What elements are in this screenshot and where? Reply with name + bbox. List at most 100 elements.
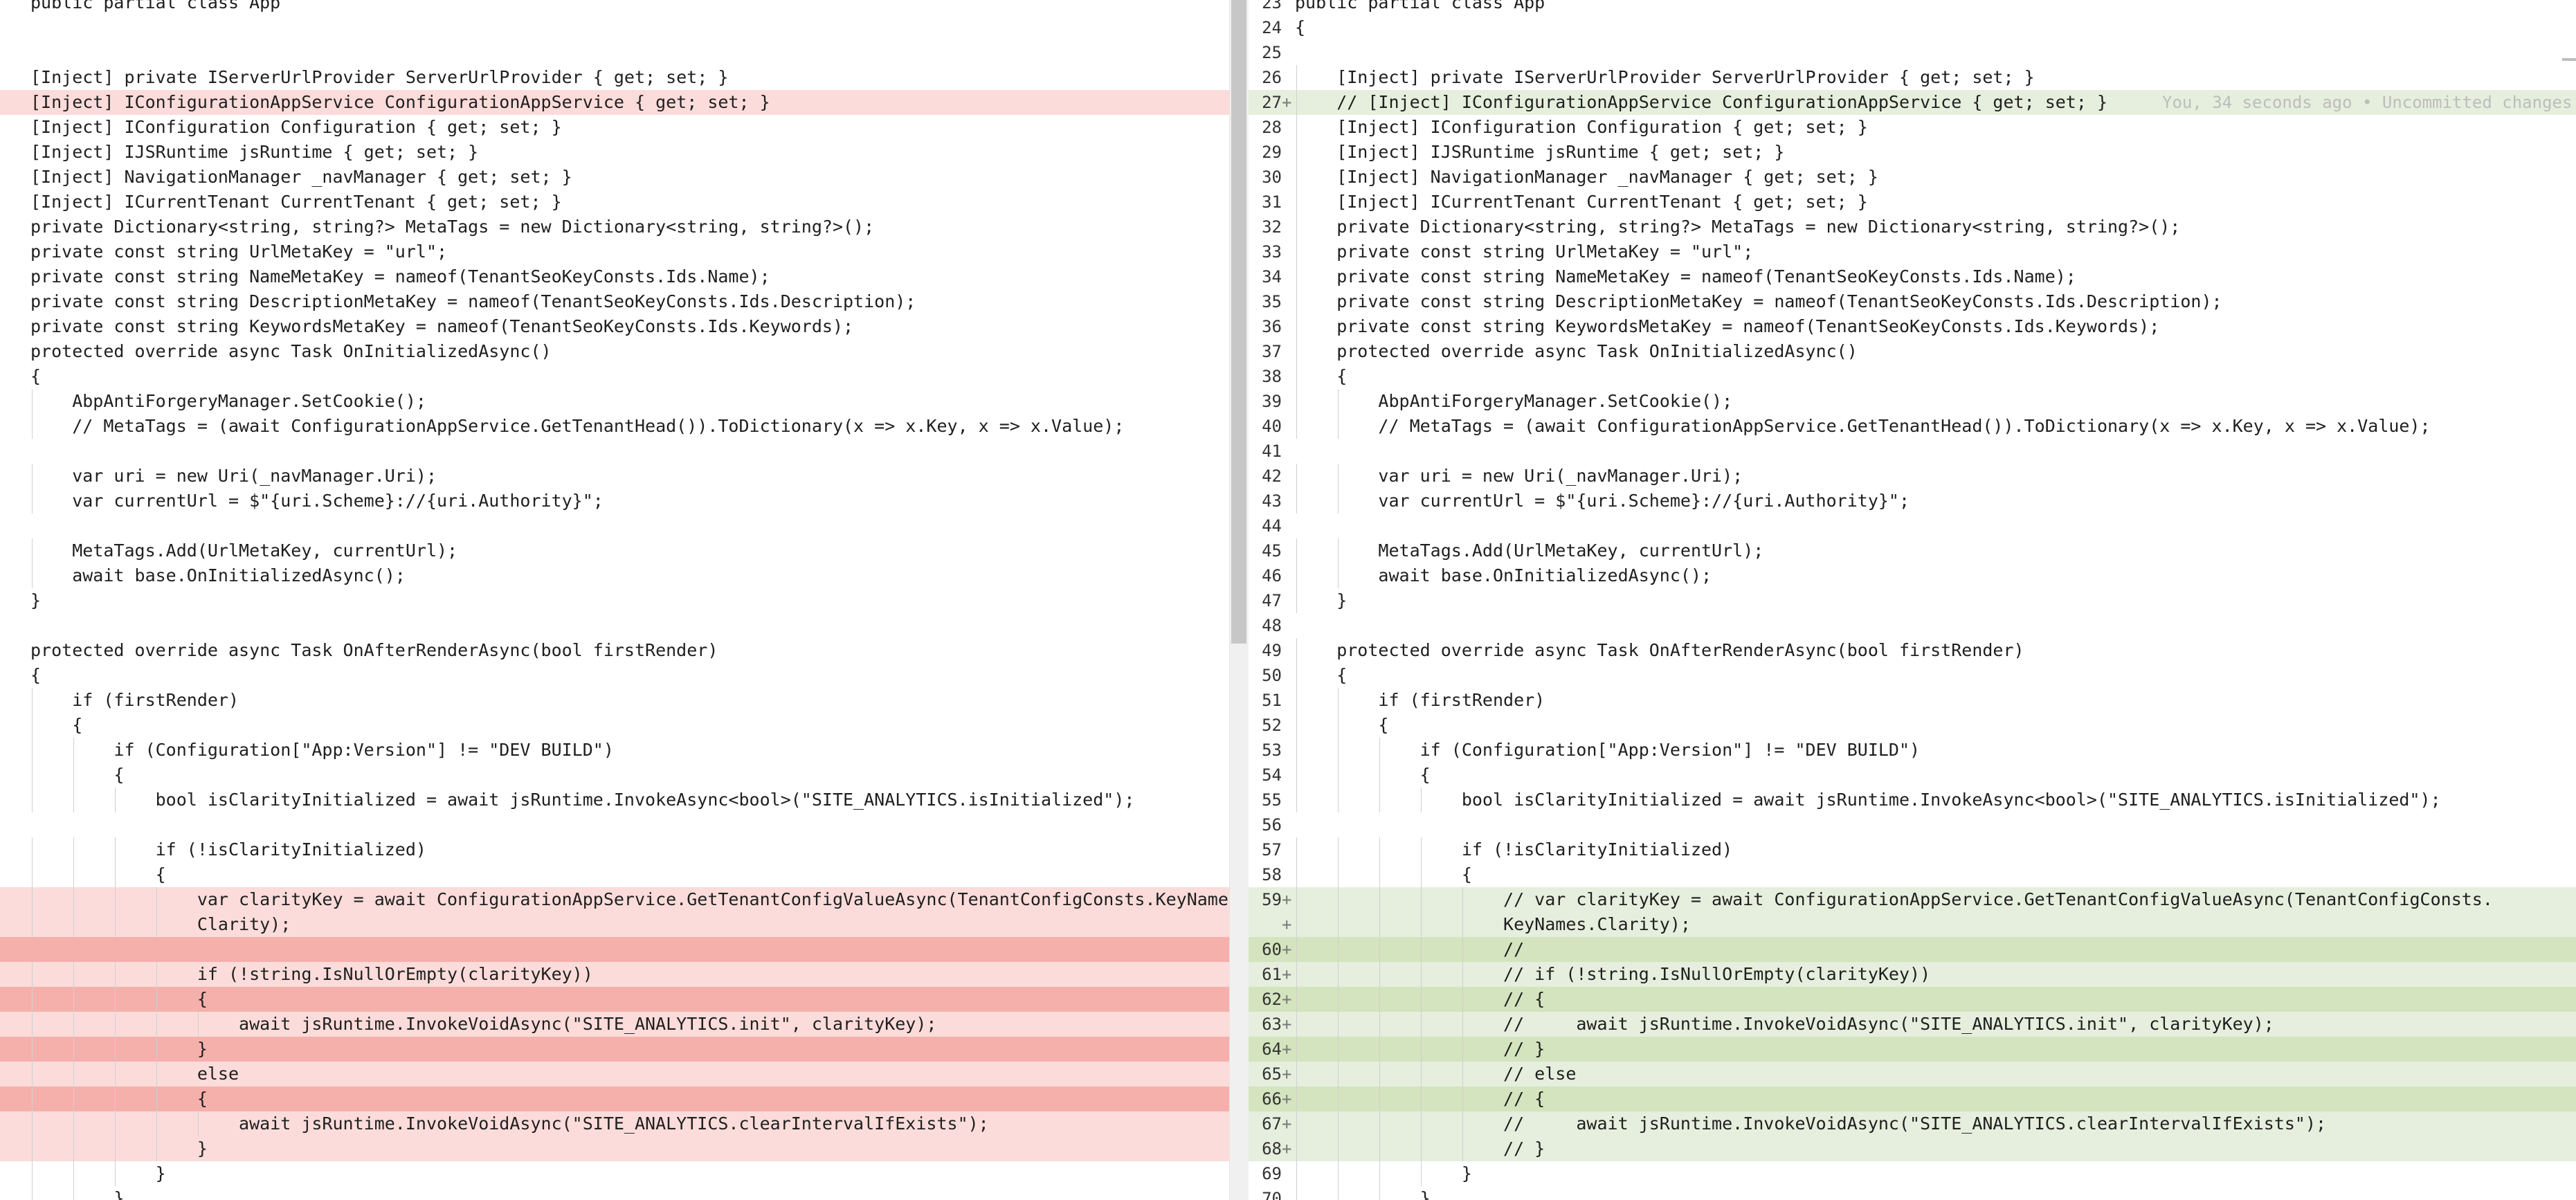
- code-line[interactable]: 28 [Inject] IConfiguration Configuration…: [1249, 115, 2576, 140]
- code-line[interactable]: 34 private const string NameMetaKey = na…: [1249, 264, 2576, 289]
- code-line[interactable]: 44: [1249, 513, 2576, 538]
- code-line[interactable]: 51 if (firstRender): [1249, 688, 2576, 713]
- code-line[interactable]: [0, 812, 1229, 837]
- code-line[interactable]: // MetaTags = (await ConfigurationAppSer…: [0, 414, 1229, 439]
- code-line[interactable]: 42 var uri = new Uri(_navManager.Uri);: [1249, 464, 2576, 489]
- code-line[interactable]: 61+ // if (!string.IsNullOrEmpty(clarity…: [1249, 962, 2576, 987]
- code-line[interactable]: 62+ // {: [1249, 987, 2576, 1012]
- code-line[interactable]: [Inject] NavigationManager _navManager {…: [0, 165, 1229, 190]
- code-line[interactable]: 70 }: [1249, 1186, 2576, 1200]
- original-pane[interactable]: public partial class App [Inject] private…: [0, 0, 1229, 1200]
- modified-pane[interactable]: 23 public partial class App 24 {25 26 [Injec…: [1249, 0, 2576, 1200]
- code-line[interactable]: 35 private const string DescriptionMetaK…: [1249, 289, 2576, 314]
- code-line[interactable]: 37 protected override async Task OnIniti…: [1249, 339, 2576, 364]
- code-line[interactable]: await base.OnInitializedAsync();: [0, 563, 1229, 588]
- code-line[interactable]: private const string KeywordsMetaKey = n…: [0, 314, 1229, 339]
- code-line[interactable]: AbpAntiForgeryManager.SetCookie();: [0, 389, 1229, 414]
- code-line[interactable]: 32 private Dictionary<string, string?> M…: [1249, 215, 2576, 239]
- code-line[interactable]: 30 [Inject] NavigationManager _navManage…: [1249, 165, 2576, 190]
- code-line[interactable]: 36 private const string KeywordsMetaKey …: [1249, 314, 2576, 339]
- code-line[interactable]: 63+ // await jsRuntime.InvokeVoidAsync("…: [1249, 1012, 2576, 1037]
- code-line[interactable]: 25: [1249, 40, 2576, 65]
- code-line[interactable]: 26 [Inject] private IServerUrlProvider S…: [1249, 65, 2576, 90]
- code-line[interactable]: + KeyNames.Clarity);: [1249, 912, 2576, 937]
- code-line[interactable]: 31 [Inject] ICurrentTenant CurrentTenant…: [1249, 190, 2576, 215]
- code-line[interactable]: {: [0, 862, 1229, 887]
- code-line[interactable]: 56: [1249, 812, 2576, 837]
- code-line[interactable]: 49 protected override async Task OnAfter…: [1249, 638, 2576, 663]
- code-line[interactable]: 65+ // else: [1249, 1062, 2576, 1087]
- code-line[interactable]: [Inject] IJSRuntime jsRuntime { get; set…: [0, 140, 1229, 165]
- code-line[interactable]: 27+ // [Inject] IConfigurationAppService…: [1249, 90, 2576, 115]
- code-line[interactable]: private const string DescriptionMetaKey …: [0, 289, 1229, 314]
- code-line[interactable]: 52 {: [1249, 713, 2576, 738]
- code-line[interactable]: 47 }: [1249, 588, 2576, 613]
- code-line[interactable]: {: [0, 663, 1229, 688]
- code-line[interactable]: [Inject] IConfiguration Configuration { …: [0, 115, 1229, 140]
- code-line[interactable]: [Inject] private IServerUrlProvider Serv…: [0, 65, 1229, 90]
- code-line[interactable]: {: [0, 987, 1229, 1012]
- code-line[interactable]: 48: [1249, 613, 2576, 638]
- code-line[interactable]: }: [0, 588, 1229, 613]
- code-line[interactable]: 29 [Inject] IJSRuntime jsRuntime { get; …: [1249, 140, 2576, 165]
- code-line[interactable]: 57 if (!isClarityInitialized): [1249, 837, 2576, 862]
- code-line[interactable]: 43 var currentUrl = $"{uri.Scheme}://{ur…: [1249, 489, 2576, 513]
- code-line[interactable]: 40 // MetaTags = (await ConfigurationApp…: [1249, 414, 2576, 439]
- code-line[interactable]: Clarity);: [0, 912, 1229, 937]
- code-line[interactable]: 60+ //: [1249, 937, 2576, 962]
- code-line[interactable]: }: [0, 1136, 1229, 1161]
- code-line[interactable]: [Inject] ICurrentTenant CurrentTenant { …: [0, 190, 1229, 215]
- code-line[interactable]: {: [0, 364, 1229, 389]
- code-line[interactable]: var currentUrl = $"{uri.Scheme}://{uri.A…: [0, 489, 1229, 513]
- code-line[interactable]: if (firstRender): [0, 688, 1229, 713]
- code-line[interactable]: [0, 513, 1229, 538]
- code-line[interactable]: 69 }: [1249, 1161, 2576, 1186]
- code-line[interactable]: await jsRuntime.InvokeVoidAsync("SITE_AN…: [0, 1012, 1229, 1037]
- code-line[interactable]: }: [0, 1186, 1229, 1200]
- code-line[interactable]: 46 await base.OnInitializedAsync();: [1249, 563, 2576, 588]
- code-line[interactable]: {: [0, 763, 1229, 788]
- code-line[interactable]: 58 {: [1249, 862, 2576, 887]
- code-line[interactable]: 54 {: [1249, 763, 2576, 788]
- code-line[interactable]: 33 private const string UrlMetaKey = "ur…: [1249, 239, 2576, 264]
- code-line[interactable]: bool isClarityInitialized = await jsRunt…: [0, 788, 1229, 812]
- code-line[interactable]: [0, 937, 1229, 962]
- code-line[interactable]: [0, 40, 1229, 65]
- code-line[interactable]: private const string NameMetaKey = nameo…: [0, 264, 1229, 289]
- code-line[interactable]: [0, 439, 1229, 464]
- code-line[interactable]: public partial class App: [0, 0, 1229, 15]
- code-line[interactable]: 24 {: [1249, 15, 2576, 40]
- code-line[interactable]: 59+ // var clarityKey = await Configurat…: [1249, 887, 2576, 912]
- code-line[interactable]: protected override async Task OnAfterRen…: [0, 638, 1229, 663]
- code-line[interactable]: {: [0, 713, 1229, 738]
- code-line[interactable]: MetaTags.Add(UrlMetaKey, currentUrl);: [0, 538, 1229, 563]
- code-line[interactable]: var uri = new Uri(_navManager.Uri);: [0, 464, 1229, 489]
- code-line[interactable]: }: [0, 1037, 1229, 1062]
- original-pane-scrollbar[interactable]: [1229, 0, 1249, 1200]
- code-line[interactable]: 64+ // }: [1249, 1037, 2576, 1062]
- modified-pane-scrollbar-marker[interactable]: [2562, 58, 2576, 61]
- code-line[interactable]: if (!string.IsNullOrEmpty(clarityKey)): [0, 962, 1229, 987]
- code-line[interactable]: {: [0, 1087, 1229, 1111]
- code-line[interactable]: 53 if (Configuration["App:Version"] != "…: [1249, 738, 2576, 763]
- code-line[interactable]: protected override async Task OnInitiali…: [0, 339, 1229, 364]
- code-line[interactable]: 45 MetaTags.Add(UrlMetaKey, currentUrl);: [1249, 538, 2576, 563]
- code-line[interactable]: 39 AbpAntiForgeryManager.SetCookie();: [1249, 389, 2576, 414]
- code-line[interactable]: else: [0, 1062, 1229, 1087]
- code-line[interactable]: await jsRuntime.InvokeVoidAsync("SITE_AN…: [0, 1111, 1229, 1136]
- code-line[interactable]: [0, 613, 1229, 638]
- code-line[interactable]: 55 bool isClarityInitialized = await jsR…: [1249, 788, 2576, 812]
- code-line[interactable]: private Dictionary<string, string?> Meta…: [0, 215, 1229, 239]
- code-line[interactable]: private const string UrlMetaKey = "url";: [0, 239, 1229, 264]
- code-line[interactable]: [0, 15, 1229, 40]
- code-line[interactable]: if (Configuration["App:Version"] != "DEV…: [0, 738, 1229, 763]
- code-line[interactable]: var clarityKey = await ConfigurationAppS…: [0, 887, 1229, 912]
- code-line[interactable]: }: [0, 1161, 1229, 1186]
- code-line[interactable]: 23 public partial class App: [1249, 0, 2576, 15]
- code-line[interactable]: 41: [1249, 439, 2576, 464]
- code-line[interactable]: if (!isClarityInitialized): [0, 837, 1229, 862]
- code-line[interactable]: 50 {: [1249, 663, 2576, 688]
- code-line[interactable]: 38 {: [1249, 364, 2576, 389]
- code-line[interactable]: 68+ // }: [1249, 1136, 2576, 1161]
- code-line[interactable]: 66+ // {: [1249, 1087, 2576, 1111]
